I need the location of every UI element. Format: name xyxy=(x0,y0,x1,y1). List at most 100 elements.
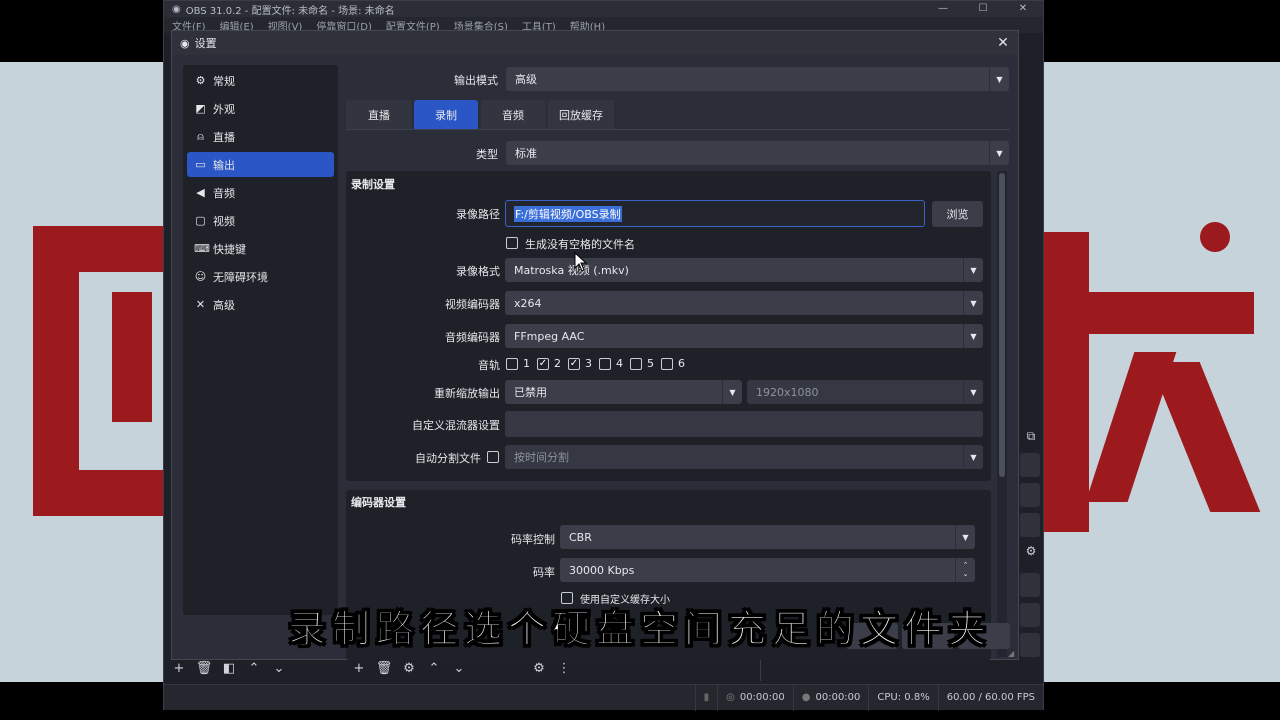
tab-stream[interactable]: 直播 xyxy=(346,100,412,129)
more-menu-icon[interactable]: ⋮ xyxy=(553,658,575,678)
background-glyph xyxy=(112,292,152,422)
control-button[interactable] xyxy=(1020,513,1040,537)
move-down-icon[interactable]: ⌄ xyxy=(268,658,290,678)
mouse-cursor-icon xyxy=(574,251,588,272)
monitor-icon: ▢ xyxy=(195,214,206,227)
recording-settings-group: 录制设置 录像路径 F:/剪辑视频/OBS录制 浏览 生成没有空格的文件名 录像… xyxy=(346,171,991,481)
stream-status: ◎ 00:00:00 xyxy=(717,684,793,711)
audio-tracks-label: 音轨 xyxy=(478,359,500,372)
track-label: 3 xyxy=(585,357,592,370)
accessibility-icon: ☺ xyxy=(194,270,207,283)
no-space-filename-checkbox[interactable] xyxy=(506,237,518,249)
sidebar-item-video[interactable]: ▢ 视频 xyxy=(187,208,334,233)
settings-gear-icon[interactable]: ⚙ xyxy=(1020,544,1042,564)
mixer-toolbar: ⚙ ⋮ xyxy=(528,658,575,678)
track-checkbox-1[interactable] xyxy=(506,358,518,370)
speaker-icon: ◀ xyxy=(196,186,205,199)
bitrate-spinbox[interactable]: 30000 Kbps ⌃ ⌄ xyxy=(560,558,975,582)
tab-recording[interactable]: 录制 xyxy=(414,100,478,129)
track-checkbox-3[interactable]: ✓ xyxy=(568,358,580,370)
video-encoder-label: 视频编码器 xyxy=(445,298,500,311)
minimize-button[interactable]: — xyxy=(923,1,963,17)
sidebar-item-accessibility[interactable]: ☺ 无障碍环境 xyxy=(187,264,334,289)
rescale-output-select[interactable]: 已禁用 ▼ xyxy=(505,380,742,404)
control-button[interactable] xyxy=(1020,483,1040,507)
move-down-icon[interactable]: ⌄ xyxy=(448,658,470,678)
sidebar-item-output[interactable]: ▭ 输出 xyxy=(187,152,334,177)
maximize-button[interactable]: ☐ xyxy=(963,1,1003,17)
sidebar-item-audio[interactable]: ◀ 音频 xyxy=(187,180,334,205)
sidebar-item-general[interactable]: ⚙ 常规 xyxy=(187,68,334,93)
chevron-down-icon: ▼ xyxy=(963,380,983,404)
audio-settings-icon[interactable]: ⚙ xyxy=(528,658,550,678)
remove-source-icon[interactable]: 🗑 xyxy=(373,658,395,678)
output-mode-select[interactable]: 高级 ▼ xyxy=(506,67,1009,91)
type-select[interactable]: 标准 ▼ xyxy=(506,141,1009,165)
sidebar-item-label: 直播 xyxy=(213,130,235,144)
track-checkbox-5[interactable] xyxy=(630,358,642,370)
sidebar-item-appearance[interactable]: ◩ 外观 xyxy=(187,96,334,121)
audio-encoder-select[interactable]: FFmpeg AAC ▼ xyxy=(505,324,983,348)
spin-arrows-icon[interactable]: ⌃ ⌄ xyxy=(955,558,975,582)
main-window-title: OBS 31.0.2 - 配置文件: 未命名 - 场景: 未命名 xyxy=(185,5,395,17)
custom-muxer-input[interactable] xyxy=(505,411,983,437)
sidebar-item-label: 常规 xyxy=(213,74,235,88)
control-button[interactable] xyxy=(1020,453,1040,477)
remove-scene-icon[interactable]: 🗑 xyxy=(193,658,215,678)
source-properties-icon[interactable]: ⚙ xyxy=(398,658,420,678)
tab-divider xyxy=(346,129,1010,130)
track-checkbox-4[interactable] xyxy=(599,358,611,370)
chevron-down-icon: ▼ xyxy=(722,380,742,404)
chevron-down-icon: ▼ xyxy=(963,291,983,315)
track-label: 4 xyxy=(616,357,623,370)
track-checkbox-6[interactable] xyxy=(661,358,673,370)
filter-icon[interactable]: ◧ xyxy=(218,658,240,678)
network-indicator: ▮ xyxy=(694,684,718,711)
main-titlebar: ◉ OBS 31.0.2 - 配置文件: 未命名 - 场景: 未命名 — ☐ ✕ xyxy=(164,1,1043,17)
recording-path-label: 录像路径 xyxy=(456,208,500,221)
sidebar-item-label: 无障碍环境 xyxy=(213,270,268,284)
sidebar-item-advanced[interactable]: ✕ 高级 xyxy=(187,292,334,317)
stream-time: 00:00:00 xyxy=(739,692,785,703)
add-source-icon[interactable]: + xyxy=(348,658,370,678)
tools-icon: ✕ xyxy=(195,298,206,311)
tab-audio[interactable]: 音频 xyxy=(481,100,545,129)
split-mode-value: 按时间分割 xyxy=(514,451,569,464)
signal-bars-icon: ▮ xyxy=(703,692,710,703)
background-glyph xyxy=(33,470,163,516)
bitrate-label: 码率 xyxy=(533,566,555,579)
settings-close-button[interactable]: ✕ xyxy=(992,33,1014,53)
move-up-icon[interactable]: ⌃ xyxy=(243,658,265,678)
tab-replay-buffer[interactable]: 回放缓存 xyxy=(548,100,614,129)
type-label: 类型 xyxy=(476,148,498,161)
stream-icon: ◎ xyxy=(726,692,735,703)
output-icon: ▭ xyxy=(195,158,206,171)
sidebar-item-label: 音频 xyxy=(213,186,235,200)
track-label: 5 xyxy=(647,357,654,370)
sidebar-item-label: 视频 xyxy=(213,214,235,228)
dock-undock-icon[interactable]: ⧉ xyxy=(1020,429,1042,449)
recording-path-input[interactable]: F:/剪辑视频/OBS录制 xyxy=(505,200,925,227)
video-encoder-select[interactable]: x264 ▼ xyxy=(505,291,983,315)
sidebar-item-stream[interactable]: ⍝ 直播 xyxy=(187,124,334,149)
no-space-filename-label: 生成没有空格的文件名 xyxy=(525,238,635,251)
scrollbar-track[interactable] xyxy=(997,171,1007,657)
auto-split-label: 自动分割文件 xyxy=(415,452,481,465)
rescale-resolution-select[interactable]: 1920x1080 ▼ xyxy=(747,380,983,404)
add-scene-icon[interactable]: + xyxy=(168,658,190,678)
control-button[interactable] xyxy=(1020,573,1040,597)
browse-button[interactable]: 浏览 xyxy=(932,201,983,227)
auto-split-checkbox[interactable] xyxy=(487,451,499,463)
sidebar-item-hotkeys[interactable]: ⌨ 快捷键 xyxy=(187,236,334,261)
chevron-down-icon: ▼ xyxy=(955,525,975,549)
scrollbar-thumb[interactable] xyxy=(999,173,1005,477)
antenna-icon: ⍝ xyxy=(197,129,204,143)
move-up-icon[interactable]: ⌃ xyxy=(423,658,445,678)
rate-control-select[interactable]: CBR ▼ xyxy=(560,525,975,549)
close-window-button[interactable]: ✕ xyxy=(1003,1,1043,17)
type-value: 标准 xyxy=(515,147,537,160)
split-mode-select[interactable]: 按时间分割 ▼ xyxy=(505,445,983,469)
track-checkbox-2[interactable]: ✓ xyxy=(537,358,549,370)
divider xyxy=(760,659,761,681)
chevron-down-icon: ▼ xyxy=(989,141,1009,165)
